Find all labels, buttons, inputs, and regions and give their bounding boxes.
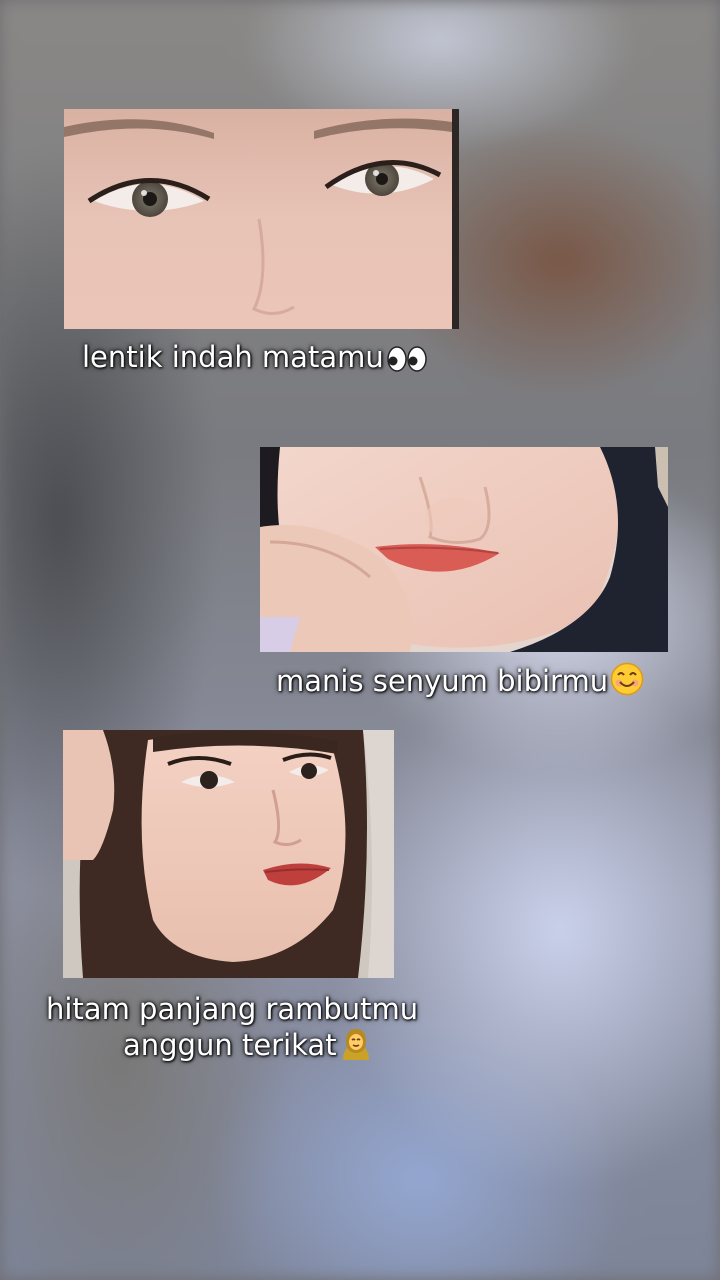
hair-caption-line-2: anggun terikat <box>123 1026 373 1062</box>
hair-caption-line-2-text: anggun terikat <box>123 1028 337 1062</box>
story-canvas: lentik indah matamu manis senyum bibirmu… <box>0 0 720 1280</box>
portrait-photo <box>63 730 394 978</box>
hair-caption-line-1: hitam panjang rambutmu <box>46 992 419 1026</box>
eyes-photo <box>64 109 459 329</box>
eyes-emoji-icon <box>386 346 428 372</box>
smile-photo <box>260 447 668 652</box>
person-with-headscarf-emoji-icon <box>339 1026 373 1060</box>
smile-caption: manis senyum bibirmu <box>276 662 644 698</box>
smiling-face-emoji-icon <box>610 662 644 696</box>
eyes-caption-text: lentik indah matamu <box>82 340 384 374</box>
eyes-caption: lentik indah matamu <box>82 340 428 374</box>
smile-caption-text: manis senyum bibirmu <box>276 664 609 698</box>
